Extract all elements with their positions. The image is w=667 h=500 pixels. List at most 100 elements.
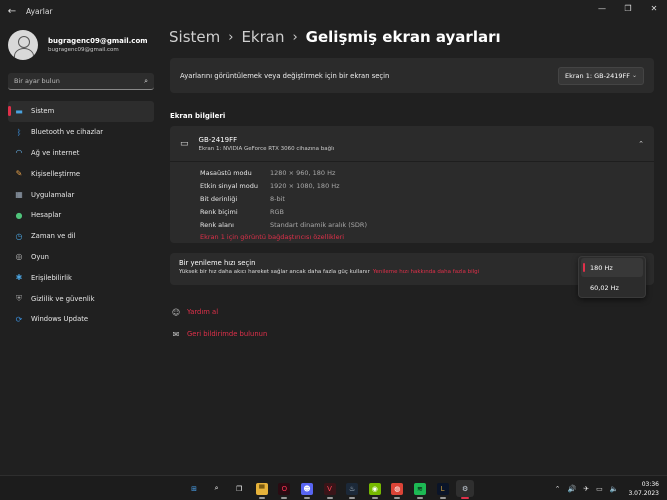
settings-app-glyph: ⚙	[461, 484, 469, 493]
profile-email: bugragenc09@gmail.com	[48, 47, 119, 53]
valorant-glyph: V	[323, 482, 336, 495]
settings-search[interactable]: ⌕	[8, 73, 154, 90]
taskbar-apps: ⊞ ⌕ ❐ ▀ O ☻ V ♨ ◉ ◍ ≋ L ⚙	[185, 480, 479, 499]
discord-glyph: ☻	[300, 482, 313, 495]
page-title: Gelişmiş ekran ayarları	[305, 28, 501, 46]
sidebar-item-label: Uygulamalar	[31, 190, 75, 199]
profile-name: bugragenc09@gmail.com	[48, 37, 148, 45]
breadcrumb-ekran[interactable]: Ekran	[241, 28, 284, 46]
adapter-properties-link[interactable]: Ekran 1 için görüntü bağdaştırıcısı özel…	[200, 233, 654, 241]
sidebar-item-windows-update[interactable]: ⟳ Windows Update	[8, 309, 154, 330]
sidebar-item-label: Ağ ve internet	[31, 148, 80, 157]
title-bar: ← Ayarlar — ❐ ✕	[0, 0, 667, 22]
clock-time: 03:36	[641, 481, 659, 488]
avatar-icon	[8, 30, 38, 60]
give-feedback-label: Geri bildirimde bulunun	[187, 330, 268, 338]
display-dropdown-value: Ekran 1: GB-2419FF	[565, 71, 630, 80]
file-explorer-icon[interactable]: ▀	[253, 480, 271, 499]
sidebar-item-a-ve-internet[interactable]: ◠ Ağ ve internet	[8, 143, 154, 164]
search-input[interactable]	[14, 77, 145, 85]
chrome-icon[interactable]: ◍	[388, 480, 406, 499]
info-key: Etkin sinyal modu	[200, 181, 258, 190]
sidebar-item-label: Sistem	[31, 107, 55, 116]
sidebar-item-oyun[interactable]: ◎ Oyun	[8, 247, 154, 268]
speaker-icon[interactable]: 🔊	[568, 485, 577, 493]
get-help-link[interactable]: ☺ Yardım al	[170, 301, 267, 323]
file-explorer-glyph: ▀	[255, 482, 268, 495]
sidebar-item-zaman-ve-dil[interactable]: ◷ Zaman ve dil	[8, 226, 154, 247]
sidebar-item-label: Kişiselleştirme	[31, 169, 81, 178]
display-info-row: Renk alanı Standart dinamik aralık (SDR)	[200, 219, 654, 232]
sidebar-item-hesaplar[interactable]: ● Hesaplar	[8, 205, 154, 226]
valorant-icon[interactable]: V	[321, 480, 339, 499]
sidebar-item-gizlilik-ve-g-venlik[interactable]: ⛨ Gizlilik ve güvenlik	[8, 288, 154, 309]
sidebar-item-uygulamalar[interactable]: ▦ Uygulamalar	[8, 184, 154, 205]
display-info-header[interactable]: ▭ GB-2419FF Ekran 1: NVIDIA GeForce RTX …	[170, 126, 654, 162]
brush-icon: ✎	[15, 169, 23, 179]
help-icon: ☺	[171, 307, 181, 317]
spotify-icon[interactable]: ≋	[411, 480, 429, 499]
give-feedback-link[interactable]: ✉ Geri bildirimde bulunun	[170, 323, 268, 345]
gamepad-icon: ◎	[15, 252, 23, 262]
info-value: 8-bit	[270, 194, 285, 203]
clock-date: 3.07.2023	[628, 490, 659, 497]
chevron-up-icon[interactable]: ⌃	[638, 140, 644, 148]
system-tray: ⌃ 🔊 ✈ ▭ 🔈 03:36 3.07.2023	[548, 480, 659, 498]
refresh-rate-info-link[interactable]: Yenileme hızı hakkında daha fazla bilgi	[373, 269, 479, 275]
user-profile[interactable]: bugragenc09@gmail.com bugragenc09@gmail.…	[8, 30, 148, 60]
taskbar-search-icon[interactable]: ⌕	[208, 480, 226, 497]
maximize-icon[interactable]: ❐	[615, 0, 641, 18]
airplane-icon[interactable]: ✈	[583, 485, 589, 493]
refresh-option-60hz[interactable]: 60,02 Hz	[581, 278, 643, 297]
tray-overflow-icon[interactable]: ⌃	[555, 485, 561, 493]
task-view-icon[interactable]: ❐	[230, 480, 248, 497]
monitor-icon: ▬	[15, 106, 23, 116]
refresh-rate-dropdown-menu: 180 Hz 60,02 Hz	[578, 256, 646, 298]
refresh-rate-title: Bir yenileme hızı seçin	[179, 259, 256, 267]
info-value: 1920 × 1080, 180 Hz	[270, 181, 340, 190]
chevron-down-icon: ⌄	[631, 72, 637, 79]
taskbar-search-glyph: ⌕	[214, 484, 219, 492]
opera-gx-icon[interactable]: O	[275, 480, 293, 499]
breadcrumb: Sistem › Ekran › Gelişmiş ekran ayarları	[169, 28, 501, 46]
bluetooth-icon: ᛒ	[16, 127, 22, 137]
wifi-icon: ◠	[15, 148, 23, 158]
chrome-glyph: ◍	[391, 482, 404, 495]
sidebar-item-label: Windows Update	[31, 315, 89, 324]
start-icon[interactable]: ⊞	[185, 480, 203, 497]
display-info-card: ▭ GB-2419FF Ekran 1: NVIDIA GeForce RTX …	[170, 126, 654, 243]
search-icon[interactable]: ⌕	[144, 77, 148, 86]
sidebar-item-label: Hesaplar	[31, 211, 62, 220]
sidebar-item-label: Gizlilik ve güvenlik	[31, 294, 95, 303]
info-value: RGB	[270, 208, 285, 217]
close-icon[interactable]: ✕	[641, 0, 667, 18]
breadcrumb-sistem[interactable]: Sistem	[169, 28, 220, 46]
display-tray-icon[interactable]: ▭	[596, 485, 603, 493]
nvidia-glyph: ◉	[368, 482, 381, 495]
steam-icon[interactable]: ♨	[343, 480, 361, 499]
sidebar-item-eri-ilebilirlik[interactable]: ✱ Erişilebilirlik	[8, 267, 154, 288]
discord-icon[interactable]: ☻	[298, 480, 316, 499]
display-dropdown[interactable]: Ekran 1: GB-2419FF ⌄	[558, 66, 644, 85]
start-glyph: ⊞	[191, 484, 197, 493]
league-glyph: L	[436, 482, 449, 495]
display-info-row: Bit derinliği 8-bit	[200, 192, 654, 205]
sidebar-item-label: Oyun	[31, 252, 49, 261]
clock[interactable]: 03:36 3.07.2023	[628, 480, 659, 498]
app-title: Ayarlar	[26, 6, 53, 16]
sidebar-item-label: Erişilebilirlik	[31, 273, 72, 282]
apps-icon: ▦	[15, 190, 23, 200]
league-icon[interactable]: L	[434, 480, 452, 499]
nvidia-icon[interactable]: ◉	[366, 480, 384, 499]
volume-icon[interactable]: 🔈	[610, 485, 619, 493]
refresh-option-180hz[interactable]: 180 Hz	[581, 258, 643, 277]
info-value: Standart dinamik aralık (SDR)	[270, 221, 367, 230]
sidebar-item-ki-iselle-tirme[interactable]: ✎ Kişiselleştirme	[8, 163, 154, 184]
info-value: 1280 × 960, 180 Hz	[270, 168, 336, 177]
back-arrow-icon[interactable]: ←	[0, 6, 24, 17]
settings-app-icon[interactable]: ⚙	[456, 480, 475, 499]
sidebar-item-bluetooth-ve-cihazlar[interactable]: ᛒ Bluetooth ve cihazlar	[8, 122, 154, 143]
display-info-list: Masaüstü modu 1280 × 960, 180 Hz Etkin sin…	[170, 162, 654, 241]
sidebar-item-sistem[interactable]: ▬ Sistem	[8, 101, 154, 122]
minimize-icon[interactable]: —	[589, 0, 615, 18]
